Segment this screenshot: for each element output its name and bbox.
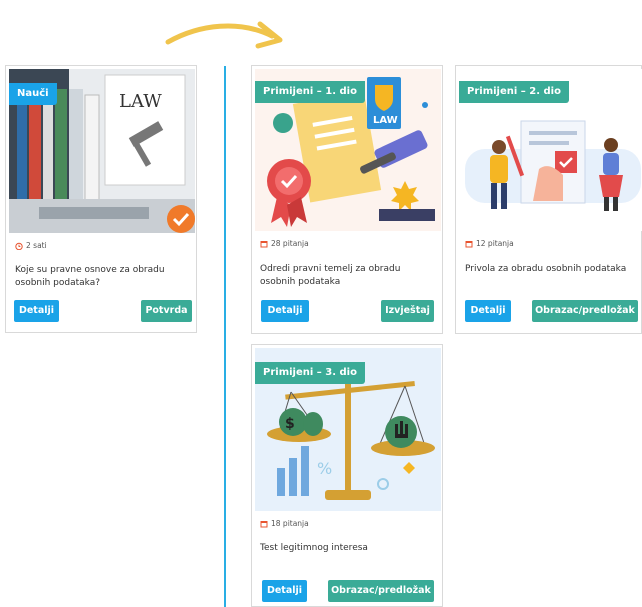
- timer-icon: [15, 242, 23, 250]
- report-button[interactable]: Izvještaj: [381, 300, 434, 322]
- card-badge: Primijeni – 3. dio: [255, 362, 365, 384]
- calendar-icon: [260, 240, 268, 247]
- card-badge: Primijeni – 1. dio: [255, 81, 365, 103]
- template-button[interactable]: Obrazac/predložak: [532, 300, 638, 322]
- card-meta: 18 pitanja: [260, 519, 309, 528]
- card-meta-text: 12 pitanja: [476, 239, 514, 248]
- card-meta: 28 pitanja: [260, 239, 309, 248]
- card-title: Koje su pravne osnove za obradu osobnih …: [15, 265, 165, 288]
- course-card-learn: LAW Nauči 2 sati Koje su pravne osnove z…: [5, 65, 197, 333]
- card-title: Odredi pravni temelj za obradu osobnih p…: [260, 264, 401, 287]
- law-binder-text: LAW: [119, 91, 162, 112]
- course-card-apply-3: $ % Primijeni – 3. dio 18 pitanja Test l…: [251, 344, 443, 607]
- card-meta: 2 sati: [15, 241, 47, 250]
- details-button[interactable]: Detalji: [14, 300, 59, 322]
- card-badge: Primijeni – 2. dio: [459, 81, 569, 103]
- card-meta-text: 2 sati: [26, 241, 47, 250]
- course-card-apply-1: LAW Primijeni – 1. dio 28 pitanja Odredi…: [251, 65, 443, 334]
- details-button[interactable]: Detalji: [465, 300, 511, 322]
- card-meta: 12 pitanja: [465, 239, 514, 248]
- course-card-apply-2: Primijeni – 2. dio 12 pitanja Privola za…: [455, 65, 642, 334]
- curved-arrow-icon: [165, 21, 283, 49]
- details-button[interactable]: Detalji: [262, 580, 307, 602]
- calendar-icon: [260, 520, 268, 527]
- confirmation-button[interactable]: Potvrda: [141, 300, 192, 322]
- svg-text:%: %: [317, 459, 332, 478]
- card-meta-text: 18 pitanja: [271, 519, 309, 528]
- svg-text:$: $: [285, 416, 295, 432]
- card-title: Privola za obradu osobnih podataka: [465, 264, 627, 274]
- card-meta-text: 28 pitanja: [271, 239, 309, 248]
- card-badge: Nauči: [9, 83, 57, 105]
- column-divider: [224, 66, 226, 607]
- template-button[interactable]: Obrazac/predložak: [328, 580, 434, 602]
- card-title: Test legitimnog interesa: [260, 543, 368, 553]
- law-book-text: LAW: [373, 115, 398, 126]
- calendar-icon: [465, 240, 473, 247]
- details-button[interactable]: Detalji: [261, 300, 309, 322]
